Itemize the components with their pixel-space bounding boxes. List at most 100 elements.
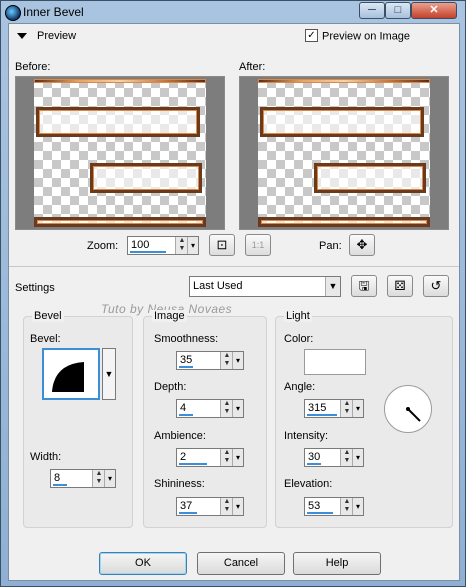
elevation-label: Elevation:: [284, 478, 333, 490]
preview-on-image-label: Preview on Image: [322, 30, 411, 43]
dice-icon: ⚄: [394, 278, 406, 293]
image-group: Image Smoothness: 35 ▲ ▼ ▾ Depth: 4 ▲ ▼ ▾ …: [143, 310, 267, 528]
zoom-slider-bar: [130, 251, 166, 253]
move-icon: ✥: [356, 237, 368, 252]
pan-button[interactable]: ✥: [349, 234, 375, 256]
intensity-value: 30: [308, 451, 321, 463]
after-label: After:: [239, 61, 266, 73]
light-group-title: Light: [284, 310, 312, 322]
dropdown-arrow-icon[interactable]: ▾: [232, 352, 243, 369]
minimize-button[interactable]: ─: [359, 2, 385, 19]
zoom-fit-button[interactable]: ⊡: [209, 234, 235, 256]
ambience-label: Ambience:: [154, 430, 206, 442]
before-canvas: [34, 79, 206, 227]
shininess-slider-bar: [179, 512, 197, 514]
width-slider-bar: [53, 484, 67, 486]
image-group-title: Image: [152, 310, 187, 322]
depth-slider-bar: [179, 414, 193, 416]
angle-dial[interactable]: [384, 385, 432, 433]
bevel-rect: [34, 217, 206, 227]
intensity-slider-bar: [307, 463, 321, 465]
dropdown-arrow-icon[interactable]: ▾: [232, 449, 243, 466]
width-spinner[interactable]: 8 ▲ ▼ ▾: [50, 469, 116, 488]
dropdown-arrow-icon[interactable]: ▼: [325, 277, 340, 296]
bevel-shape-icon: [52, 362, 84, 392]
smoothness-value: 35: [180, 354, 193, 366]
title-bar[interactable]: Inner Bevel ─ □ ✕: [1, 1, 465, 23]
preset-value: Last Used: [193, 280, 243, 292]
dropdown-arrow-icon[interactable]: ▾: [352, 449, 363, 466]
after-preview[interactable]: [239, 76, 449, 230]
window-title: Inner Bevel: [23, 5, 84, 19]
intensity-label: Intensity:: [284, 430, 329, 442]
app-icon: [5, 5, 21, 21]
dropdown-arrow-icon[interactable]: ▾: [104, 470, 115, 487]
bevel-label: Bevel:: [30, 333, 61, 345]
bevel-rect: [314, 163, 426, 193]
angle-value: 315: [308, 402, 327, 414]
dialog-window: Inner Bevel ─ □ ✕ Preview ✓ Preview on Im…: [0, 0, 466, 587]
bevel-shape-picker[interactable]: [42, 348, 100, 400]
collapse-triangle-icon: [17, 33, 27, 40]
color-label: Color:: [284, 333, 314, 345]
zoom-1to1-button[interactable]: 1:1: [245, 234, 271, 256]
bevel-group: Bevel Bevel: ▼ Width: 8 ▲ ▼ ▾: [23, 310, 133, 528]
ambience-slider-bar: [179, 463, 207, 465]
dial-needle-icon: [406, 407, 421, 422]
bevel-group-title: Bevel: [32, 310, 64, 322]
intensity-spinner[interactable]: 30 ▲ ▼ ▾: [304, 448, 364, 467]
smoothness-slider-bar: [179, 366, 193, 368]
smoothness-label: Smoothness:: [154, 333, 219, 345]
depth-spinner[interactable]: 4 ▲ ▼ ▾: [176, 399, 244, 418]
depth-value: 4: [180, 402, 187, 414]
bevel-rect: [90, 163, 202, 193]
cancel-button[interactable]: Cancel: [197, 552, 285, 575]
ok-button[interactable]: OK: [99, 552, 187, 575]
maximize-button[interactable]: □: [385, 2, 411, 19]
elevation-value: 53: [308, 500, 321, 512]
width-value: 8: [54, 472, 61, 484]
zoom-value: 100: [131, 239, 150, 251]
angle-spinner[interactable]: 315 ▲ ▼ ▾: [304, 399, 364, 418]
bevel-rect: [260, 107, 424, 137]
reset-button[interactable]: ↺: [423, 275, 449, 297]
bevel-rect: [36, 107, 200, 137]
smoothness-spinner[interactable]: 35 ▲ ▼ ▾: [176, 351, 244, 370]
zoom-label: Zoom:: [87, 240, 119, 252]
shininess-spinner[interactable]: 37 ▲ ▼ ▾: [176, 497, 244, 516]
help-button[interactable]: Help: [293, 552, 381, 575]
checkmark-icon: ✓: [305, 29, 318, 42]
shininess-value: 37: [180, 500, 193, 512]
dropdown-arrow-icon[interactable]: ▾: [232, 400, 243, 417]
dialog-client: Preview ✓ Preview on Image Before: After:: [8, 23, 460, 581]
settings-label: Settings: [15, 282, 55, 294]
before-label: Before:: [15, 61, 51, 73]
preview-on-image-checkbox[interactable]: ✓ Preview on Image: [305, 29, 411, 43]
preview-toggle[interactable]: Preview: [17, 30, 76, 42]
preview-header: Preview: [37, 30, 77, 42]
dropdown-arrow-icon[interactable]: ▾: [352, 400, 363, 417]
reset-icon: ↺: [430, 278, 442, 293]
elevation-spinner[interactable]: 53 ▲ ▼ ▾: [304, 497, 364, 516]
light-group: Light Color: Angle: 315 ▲ ▼ ▾ Intensity: …: [275, 310, 453, 528]
bevel-shape-dropdown[interactable]: ▼: [102, 348, 116, 400]
ambience-spinner[interactable]: 2 ▲ ▼ ▾: [176, 448, 244, 467]
randomize-button[interactable]: ⚄: [387, 275, 413, 297]
save-preset-button[interactable]: 🖫: [351, 275, 377, 297]
zoom-spinner[interactable]: 100 ▲ ▼ ▾: [127, 236, 199, 255]
before-preview[interactable]: [15, 76, 225, 230]
close-button[interactable]: ✕: [411, 2, 457, 19]
divider: [9, 266, 459, 267]
dropdown-arrow-icon[interactable]: ▾: [232, 498, 243, 515]
angle-label: Angle:: [284, 381, 316, 393]
pan-label: Pan:: [319, 240, 342, 252]
bevel-strip: [34, 79, 206, 83]
bevel-strip: [258, 79, 430, 83]
preset-dropdown[interactable]: Last Used ▼: [189, 276, 341, 297]
elevation-slider-bar: [307, 512, 333, 514]
light-color-swatch[interactable]: [304, 349, 366, 375]
after-canvas: [258, 79, 430, 227]
width-label: Width:: [30, 451, 62, 463]
dropdown-arrow-icon[interactable]: ▾: [352, 498, 363, 515]
dropdown-arrow-icon[interactable]: ▾: [187, 237, 198, 254]
